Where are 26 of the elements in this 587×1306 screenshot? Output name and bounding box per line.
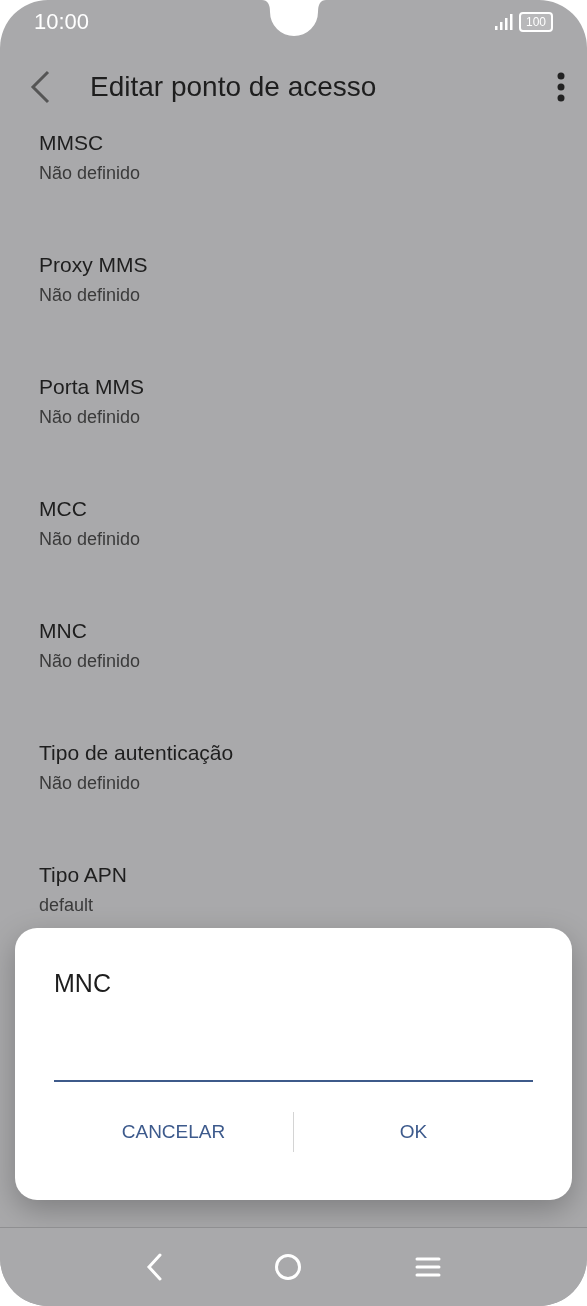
setting-label[interactable]: Tipo APN xyxy=(39,862,127,888)
setting-label[interactable]: Proxy MMS xyxy=(39,252,148,278)
setting-value: Não definido xyxy=(39,528,141,550)
signal-icon xyxy=(494,14,513,30)
dialog-button[interactable]: OK xyxy=(294,1113,533,1151)
dialog-title: MNC xyxy=(54,968,111,998)
setting-value: Não definido xyxy=(39,650,141,672)
clock: 10:00 xyxy=(34,9,90,35)
camera-notch xyxy=(262,0,326,38)
setting-value: Não definido xyxy=(39,284,141,306)
setting-label[interactable]: MNC xyxy=(39,618,87,644)
back-icon[interactable] xyxy=(30,70,50,104)
setting-label[interactable]: MMSC xyxy=(39,130,104,156)
menu-icon[interactable] xyxy=(414,1256,441,1278)
setting-label[interactable]: Tipo de autenticação xyxy=(39,740,234,766)
setting-value: Não definido xyxy=(39,406,141,428)
setting-value: default xyxy=(39,894,94,916)
battery-level: 100 xyxy=(518,12,553,32)
dialog-button[interactable]: CANCELAR xyxy=(54,1113,293,1151)
setting-label[interactable]: Porta MMS xyxy=(39,374,145,400)
page-title: Editar ponto de acesso xyxy=(90,71,378,103)
setting-value: Não definido xyxy=(39,772,141,794)
setting-value: Não definido xyxy=(39,162,141,184)
setting-label[interactable]: MCC xyxy=(39,496,87,522)
more-options-icon[interactable] xyxy=(557,72,565,102)
home-icon[interactable] xyxy=(274,1253,303,1281)
